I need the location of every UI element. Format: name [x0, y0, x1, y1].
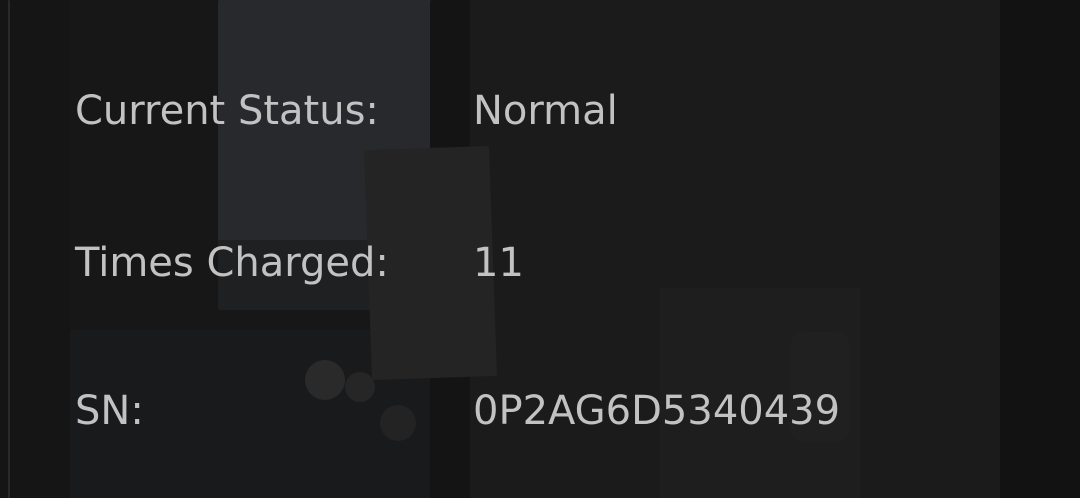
current-status-label: Current Status: — [75, 88, 379, 134]
current-status-row: Current Status: Normal — [0, 81, 1080, 141]
times-charged-value: 11 — [473, 240, 524, 286]
serial-number-row: SN: 0P2AG6D5340439 — [0, 381, 1080, 441]
battery-info-screen: Current Status: Normal Times Charged: 11… — [0, 0, 1080, 498]
current-status-value: Normal — [473, 88, 618, 134]
serial-number-label: SN: — [75, 388, 144, 434]
serial-number-value: 0P2AG6D5340439 — [473, 388, 841, 434]
times-charged-label: Times Charged: — [75, 240, 389, 286]
times-charged-row: Times Charged: 11 — [0, 233, 1080, 293]
battery-info-list: Current Status: Normal Times Charged: 11… — [0, 0, 1080, 498]
